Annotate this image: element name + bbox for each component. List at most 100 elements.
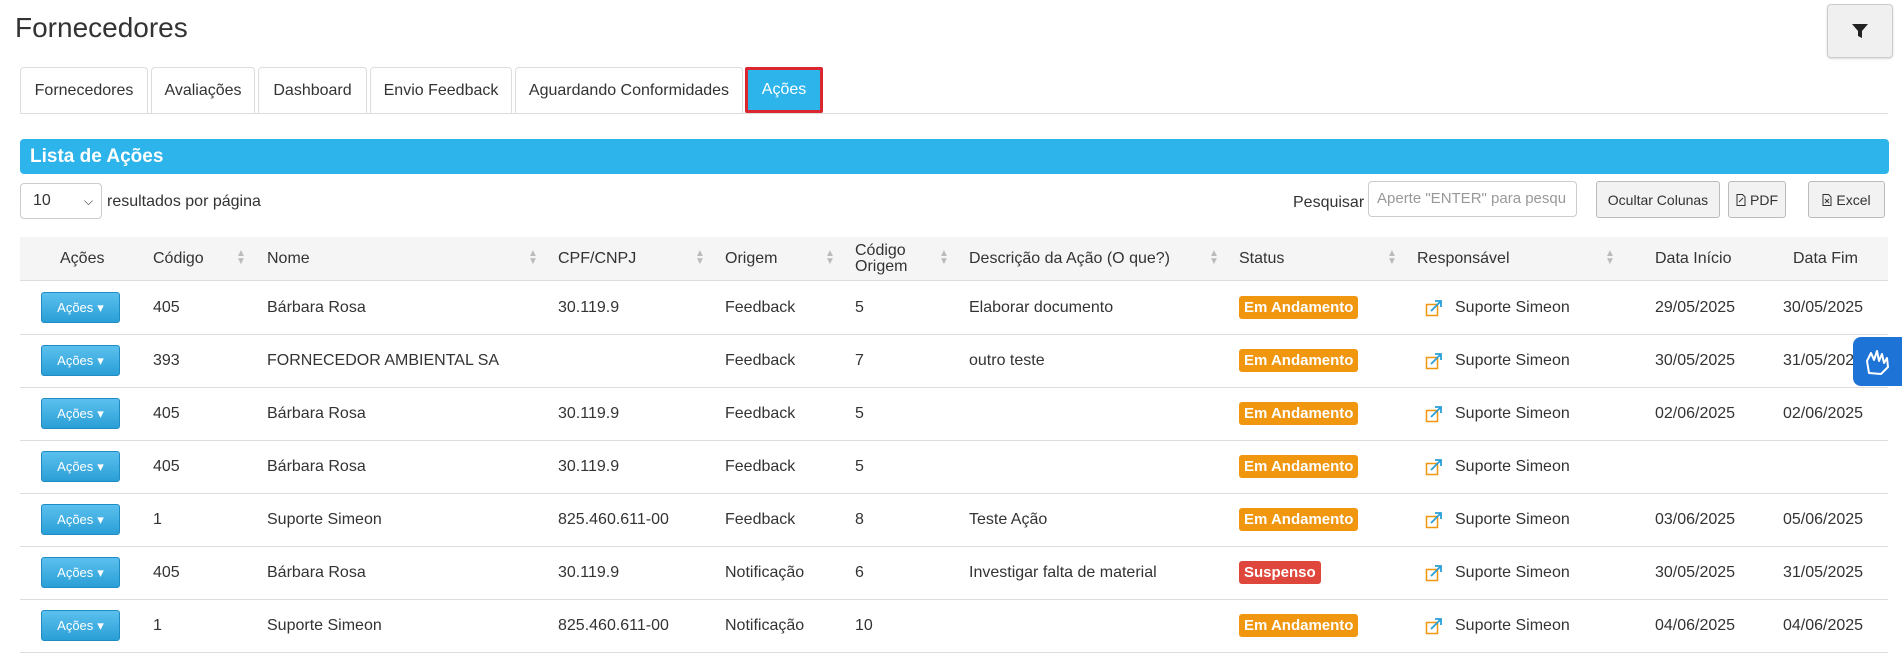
chevron-down-icon: ⌵ bbox=[83, 194, 93, 208]
status-badge: Em Andamento bbox=[1239, 614, 1359, 637]
cell-nome: Bárbara Rosa bbox=[267, 457, 366, 475]
row-actions-label: Ações bbox=[57, 618, 94, 633]
cell-status: Em Andamento bbox=[1239, 281, 1359, 334]
status-badge: Suspenso bbox=[1239, 561, 1321, 584]
header-nome[interactable]: Nome bbox=[267, 237, 310, 280]
cell-responsavel: Suporte Simeon bbox=[1425, 387, 1570, 440]
header-acoes: Ações bbox=[60, 237, 104, 280]
header-status[interactable]: Status bbox=[1239, 237, 1284, 280]
cell-origem: Feedback bbox=[725, 457, 796, 475]
tab-dashboard[interactable]: Dashboard bbox=[258, 67, 367, 113]
tab-fornecedores[interactable]: Fornecedores bbox=[20, 67, 148, 113]
search-label: Pesquisar bbox=[1293, 194, 1365, 211]
cell-codigo: 405 bbox=[153, 563, 180, 581]
row-actions-button[interactable]: Ações ▾ bbox=[41, 610, 120, 641]
accessibility-button[interactable] bbox=[1853, 337, 1902, 386]
header-acoes-label: Ações bbox=[60, 249, 105, 267]
cell-nome: Bárbara Rosa bbox=[267, 298, 366, 316]
cell-codigo: 405 bbox=[153, 457, 180, 475]
table-header: Ações Código Nome CPF/CNPJ Origem Código… bbox=[20, 237, 1888, 281]
header-codigo[interactable]: Código bbox=[153, 237, 204, 280]
cell-nome: Bárbara Rosa bbox=[267, 404, 366, 422]
row-actions-button[interactable]: Ações ▾ bbox=[41, 504, 120, 535]
filter-button[interactable] bbox=[1827, 4, 1893, 58]
row-actions-button[interactable]: Ações ▾ bbox=[41, 398, 120, 429]
row-actions-label: Ações bbox=[57, 512, 94, 527]
page-size-select[interactable]: 10 ⌵ bbox=[20, 183, 102, 219]
excel-button[interactable]: Excel bbox=[1808, 181, 1885, 218]
external-link-icon[interactable] bbox=[1425, 564, 1443, 582]
table-row: Ações ▾ 1 Suporte Simeon 825.460.611-00 Feedb… bbox=[20, 493, 1888, 547]
caret-down-icon: ▾ bbox=[97, 511, 104, 527]
cell-status: Em Andamento bbox=[1239, 387, 1359, 440]
tab-avaliacoes[interactable]: Avaliações bbox=[151, 67, 255, 113]
cell-data-inicio: 02/06/2025 bbox=[1655, 404, 1736, 422]
cell-codigo: 393 bbox=[153, 351, 180, 369]
cell-origem: Feedback bbox=[725, 404, 796, 422]
caret-down-icon: ▾ bbox=[97, 564, 104, 580]
responsavel-name: Suporte Simeon bbox=[1455, 616, 1570, 634]
header-data-inicio[interactable]: Data Início bbox=[1655, 237, 1731, 280]
cell-status: Suspenso bbox=[1239, 546, 1321, 599]
cell-cpf: 825.460.611-00 bbox=[558, 510, 669, 528]
excel-file-icon bbox=[1822, 193, 1832, 206]
tab-bar: Fornecedores Avaliações Dashboard Envio … bbox=[20, 67, 1888, 114]
cell-responsavel: Suporte Simeon bbox=[1425, 599, 1570, 652]
external-link-icon[interactable] bbox=[1425, 299, 1443, 317]
cell-status: Em Andamento bbox=[1239, 440, 1359, 493]
cell-status: Em Andamento bbox=[1239, 493, 1359, 546]
page-size-value: 10 bbox=[33, 192, 51, 209]
cell-codigo: 405 bbox=[153, 404, 180, 422]
tab-acoes[interactable]: Ações bbox=[745, 67, 823, 113]
cell-codigo: 1 bbox=[153, 616, 162, 634]
row-actions-button[interactable]: Ações ▾ bbox=[41, 292, 120, 323]
header-codigo-origem[interactable]: Código Origem bbox=[855, 237, 907, 280]
status-badge: Em Andamento bbox=[1239, 296, 1359, 319]
search-input[interactable]: Aperte "ENTER" para pesqu bbox=[1368, 181, 1577, 217]
row-actions-button[interactable]: Ações ▾ bbox=[41, 451, 120, 482]
header-cpf[interactable]: CPF/CNPJ bbox=[558, 237, 636, 280]
header-codigo-origem-label-2: Origem bbox=[855, 257, 908, 275]
row-actions-button[interactable]: Ações ▾ bbox=[41, 345, 120, 376]
cell-origem: Notificação bbox=[725, 616, 805, 634]
cell-descricao: Teste Ação bbox=[969, 510, 1048, 528]
table-row: Ações ▾ 405 Bárbara Rosa 30.119.9 Feedback 5 Em… bbox=[20, 440, 1888, 494]
cell-data-fim: 02/06/2025 bbox=[1783, 404, 1864, 422]
external-link-icon[interactable] bbox=[1425, 405, 1443, 423]
row-actions-button[interactable]: Ações ▾ bbox=[41, 557, 120, 588]
responsavel-name: Suporte Simeon bbox=[1455, 351, 1570, 369]
cell-status: Em Andamento bbox=[1239, 334, 1359, 387]
cell-cpf: 30.119.9 bbox=[558, 563, 620, 581]
external-link-icon[interactable] bbox=[1425, 458, 1443, 476]
tab-aguardando-conformidades[interactable]: Aguardando Conformidades bbox=[515, 67, 743, 113]
cell-nome: Bárbara Rosa bbox=[267, 563, 366, 581]
header-responsavel-label: Responsável bbox=[1417, 249, 1510, 267]
header-responsavel[interactable]: Responsável bbox=[1417, 237, 1510, 280]
header-data-fim-label: Data Fim bbox=[1793, 249, 1858, 267]
row-actions-label: Ações bbox=[57, 300, 94, 315]
header-data-fim[interactable]: Data Fim bbox=[1793, 237, 1858, 280]
table-row: Ações ▾ 393 FORNECEDOR AMBIENTAL SA Feedback… bbox=[20, 334, 1888, 388]
header-descricao[interactable]: Descrição da Ação (O que?) bbox=[969, 237, 1170, 280]
header-origem[interactable]: Origem bbox=[725, 237, 777, 280]
hide-columns-button[interactable]: Ocultar Colunas bbox=[1596, 181, 1720, 218]
cell-codigo-origem: 7 bbox=[855, 351, 864, 369]
header-codigo-origem-label-1: Código bbox=[855, 241, 906, 259]
header-descricao-label: Descrição da Ação (O que?) bbox=[969, 249, 1170, 267]
cell-codigo-origem: 6 bbox=[855, 563, 864, 581]
cell-responsavel: Suporte Simeon bbox=[1425, 334, 1570, 387]
table-row: Ações ▾ 405 Bárbara Rosa 30.119.9 Notificação… bbox=[20, 546, 1888, 600]
pdf-label: PDF bbox=[1750, 191, 1778, 208]
table-row: Ações ▾ 1 Suporte Simeon 825.460.611-00 Notif… bbox=[20, 599, 1888, 653]
cell-data-inicio: 03/06/2025 bbox=[1655, 510, 1736, 528]
responsavel-name: Suporte Simeon bbox=[1455, 298, 1570, 316]
cell-codigo-origem: 5 bbox=[855, 298, 864, 316]
external-link-icon[interactable] bbox=[1425, 511, 1443, 529]
pdf-button[interactable]: PDF bbox=[1728, 181, 1786, 218]
table-row: Ações ▾ 405 Bárbara Rosa 30.119.9 Feedback 5 El… bbox=[20, 281, 1888, 335]
cell-origem: Feedback bbox=[725, 351, 796, 369]
filter-icon bbox=[1852, 24, 1868, 38]
external-link-icon[interactable] bbox=[1425, 617, 1443, 635]
tab-envio-feedback[interactable]: Envio Feedback bbox=[370, 67, 512, 113]
external-link-icon[interactable] bbox=[1425, 352, 1443, 370]
